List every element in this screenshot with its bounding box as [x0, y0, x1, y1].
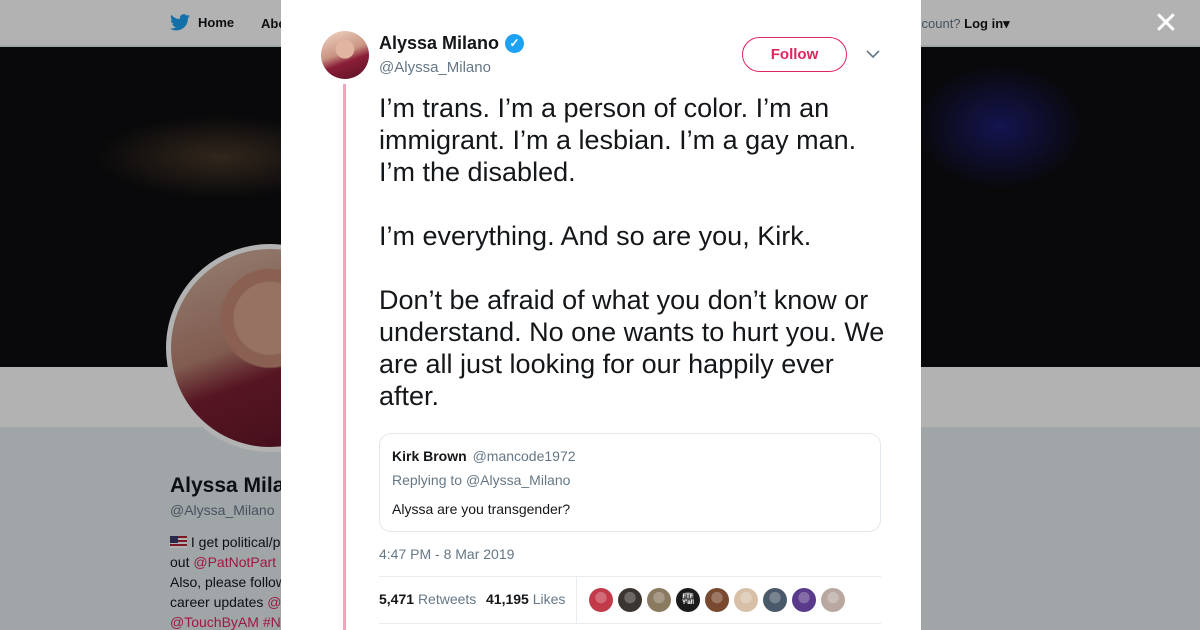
thread-line — [343, 84, 346, 630]
liker-avatar[interactable] — [705, 588, 729, 612]
author-handle[interactable]: @Alyssa_Milano — [379, 59, 491, 76]
liker-avatar[interactable] — [618, 588, 642, 612]
author-name[interactable]: Alyssa Milano — [379, 33, 499, 54]
quoted-author-name: Kirk Brown — [392, 448, 467, 464]
tweet-timestamp[interactable]: 4:47 PM - 8 Mar 2019 — [379, 546, 514, 562]
tweet-modal: Alyssa Milano ✓ @Alyssa_Milano Follow I’… — [281, 0, 921, 630]
retweets-label: Retweets — [417, 591, 477, 607]
author-name-row[interactable]: Alyssa Milano ✓ — [379, 33, 525, 54]
likes-count: 41,195 — [486, 591, 529, 607]
liker-avatar[interactable]: FTF Y'all — [676, 588, 700, 612]
quoted-author-handle: @mancode1972 — [472, 448, 576, 464]
verified-badge-icon: ✓ — [505, 34, 525, 53]
likes-label: Likes — [532, 591, 566, 607]
likes-stat[interactable]: 41,195 Likes — [486, 591, 565, 607]
chevron-down-icon[interactable] — [863, 44, 883, 64]
author-avatar[interactable] — [321, 31, 369, 79]
liker-avatar[interactable] — [763, 588, 787, 612]
quoted-text: Alyssa are you transgender? — [392, 501, 571, 517]
liker-avatar[interactable] — [821, 588, 845, 612]
liker-avatar[interactable] — [647, 588, 671, 612]
liker-avatar[interactable] — [589, 588, 613, 612]
retweets-count: 5,471 — [379, 591, 415, 607]
close-icon[interactable]: ✕ — [1150, 8, 1182, 40]
liker-avatar[interactable] — [734, 588, 758, 612]
follow-button[interactable]: Follow — [742, 37, 847, 72]
liker-avatars: FTF Y'all — [589, 588, 845, 612]
tweet-text: I’m trans. I’m a person of color. I’m an… — [379, 93, 885, 411]
tweet-stats: 5,471 Retweets 41,195 Likes FTF Y'all — [379, 576, 881, 624]
quoted-header: Kirk Brown @mancode1972 — [392, 448, 576, 464]
quoted-tweet[interactable]: Kirk Brown @mancode1972 Replying to @Aly… — [379, 433, 881, 532]
replying-to-link[interactable]: @Alyssa_Milano — [466, 472, 570, 488]
stats-divider — [576, 577, 577, 624]
liker-avatar[interactable] — [792, 588, 816, 612]
retweets-stat[interactable]: 5,471 Retweets — [379, 591, 476, 607]
quoted-replying-to: Replying to @Alyssa_Milano — [392, 472, 571, 488]
